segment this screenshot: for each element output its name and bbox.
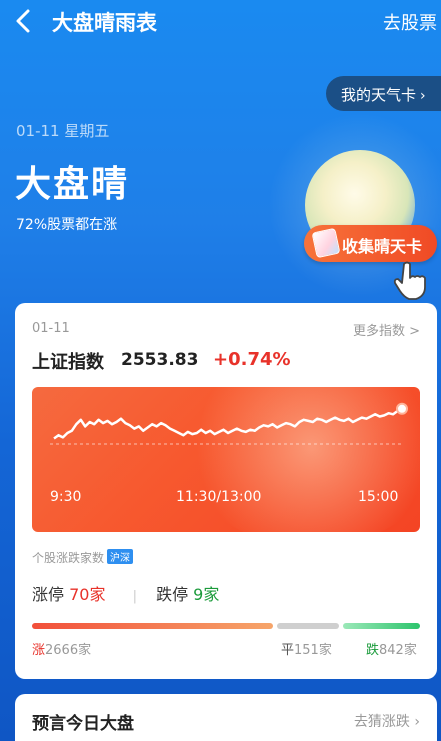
market-state-title: 大盘晴: [15, 164, 130, 205]
time-label-open: 9:30: [50, 489, 82, 505]
flat-count: 151家: [294, 643, 332, 658]
limit-up-value: 70家: [69, 585, 106, 604]
down-count-bar: [343, 623, 420, 629]
limit-row: 涨停 70家 | 跌停 9家: [32, 581, 219, 605]
page-title: 大盘晴雨表: [52, 11, 157, 35]
flat-count-bar: [277, 623, 339, 629]
chevron-right-icon: ›: [420, 88, 426, 104]
down-count: 842家: [379, 643, 417, 658]
breadth-title-text: 个股涨跌家数: [32, 551, 105, 565]
exchange-badge: 沪深: [107, 549, 134, 564]
header: 大盘晴雨表 去股票: [0, 0, 441, 44]
index-date: 01-11: [32, 321, 70, 336]
back-arrow-icon[interactable]: [14, 8, 34, 34]
index-value: 2553.83: [121, 350, 199, 370]
hero-date: 01-11 星期五: [16, 122, 110, 140]
go-stock-link[interactable]: 去股票: [383, 9, 437, 35]
up-count: 2666家: [45, 643, 92, 658]
down-label: 跌: [366, 643, 380, 658]
pointing-hand-icon: [393, 261, 426, 300]
up-label: 涨: [32, 643, 46, 658]
my-weather-card-button[interactable]: 我的天气卡 ›: [326, 76, 441, 111]
rise-summary: 72%股票都在涨: [16, 217, 118, 233]
predict-card[interactable]: 预言今日大盘 去猜涨跌 ›: [15, 694, 437, 741]
time-label-close: 15:00: [358, 489, 399, 505]
time-label-mid: 11:30/13:00: [176, 489, 262, 505]
guess-link-label: 去猜涨跌: [353, 714, 410, 730]
breadth-title: 个股涨跌家数 沪深: [32, 549, 134, 566]
up-count-bar: [32, 623, 273, 629]
intraday-chart[interactable]: 9:30 11:30/13:00 15:00: [32, 387, 420, 532]
down-count-label: 跌842家: [366, 639, 417, 658]
index-change: +0.74%: [213, 349, 291, 370]
flat-count-label: 平151家: [281, 639, 332, 658]
intraday-chart-svg: [50, 402, 408, 445]
index-card: 01-11 更多指数 > 上证指数 2553.83 +0.74% 9:30 11…: [15, 303, 437, 679]
flat-label: 平: [281, 643, 295, 658]
more-index-link[interactable]: 更多指数 >: [353, 320, 420, 339]
my-weather-card-label: 我的天气卡: [341, 86, 417, 104]
weather-card-icon: [311, 227, 341, 259]
limit-divider: |: [132, 589, 137, 604]
chart-series-line: [53, 407, 403, 440]
limit-up-label: 涨停: [32, 585, 65, 604]
index-name: 上证指数: [32, 352, 104, 373]
up-count-label: 涨2666家: [32, 639, 91, 658]
collect-sunny-card-label: 收集晴天卡: [342, 237, 423, 256]
predict-title: 预言今日大盘: [32, 714, 134, 734]
guess-link[interactable]: 去猜涨跌 ›: [354, 711, 420, 731]
limit-down-value: 9家: [193, 585, 220, 604]
limit-down-label: 跌停: [156, 585, 189, 604]
chevron-right-icon: ›: [414, 714, 420, 730]
chart-end-point: [396, 402, 408, 415]
